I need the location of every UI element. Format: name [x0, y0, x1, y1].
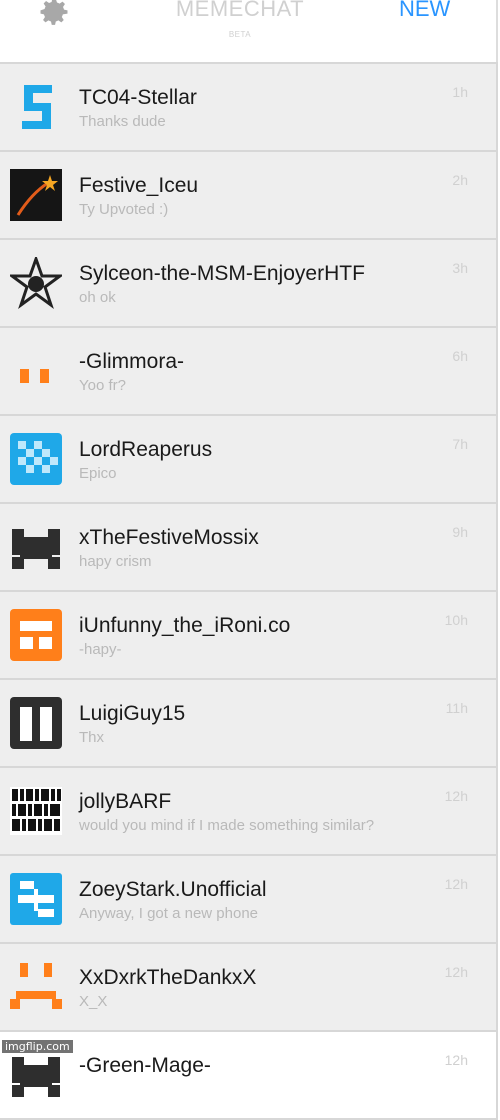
star-emblem-icon: [10, 257, 62, 309]
chat-preview: -hapy-: [79, 641, 122, 658]
chat-preview: hapy crism: [79, 553, 152, 570]
chat-time: 11h: [445, 700, 468, 716]
chat-row[interactable]: xTheFestiveMossix hapy crism 9h: [0, 504, 498, 592]
blue-checker-icon: [10, 433, 62, 485]
row-divider: [496, 680, 498, 766]
chat-name: Festive_Iceu: [79, 174, 199, 197]
chat-preview: oh ok: [79, 289, 116, 306]
row-divider: [496, 592, 498, 678]
chat-time: 3h: [452, 260, 468, 276]
chat-name: -Glimmora-: [79, 350, 184, 373]
row-divider: [496, 856, 498, 942]
row-divider: [496, 416, 498, 502]
chat-time: 12h: [444, 1052, 468, 1068]
chat-preview: Thanks dude: [79, 113, 166, 130]
blue-s-pixel-icon: [10, 81, 62, 133]
chat-name: LordReaperus: [79, 438, 213, 461]
chat-row[interactable]: TC04-Stellar Thanks dude 1h: [0, 64, 498, 152]
chat-preview: Anyway, I got a new phone: [79, 905, 259, 922]
chat-row[interactable]: Festive_Iceu Ty Upvoted :) 2h: [0, 152, 498, 240]
row-divider: [496, 328, 498, 414]
chat-time: 1h: [452, 84, 468, 100]
chat-name: LuigiGuy15: [79, 702, 186, 725]
binary-code-icon: [10, 785, 62, 837]
chat-time: 12h: [444, 964, 468, 980]
chat-list: TC04-Stellar Thanks dude 1h Festive_Iceu Ty …: [0, 62, 498, 1120]
chat-name: XxDxrkTheDankxX: [79, 966, 257, 989]
dark-pixel-icon: [10, 1049, 62, 1101]
chat-row[interactable]: XxDxrkTheDankxX X_X 12h: [0, 944, 498, 1032]
chat-time: 10h: [444, 612, 468, 628]
chat-name: iUnfunny_the_iRoni.co: [79, 614, 291, 637]
app-subtitle: BETA: [228, 30, 252, 39]
chat-time: 2h: [452, 172, 468, 188]
chat-time: 7h: [452, 436, 468, 452]
chat-row[interactable]: iUnfunny_the_iRoni.co -hapy- 10h: [0, 592, 498, 680]
chat-time: 12h: [444, 788, 468, 804]
chat-time: 12h: [444, 876, 468, 892]
dark-square-icon: [10, 697, 62, 749]
chat-preview: Yoo fr?: [79, 377, 126, 394]
orange-face-icon: [10, 961, 62, 1013]
chat-name: ZoeyStark.Unofficial: [79, 878, 267, 901]
chat-row[interactable]: -Green-Mage- 12h: [0, 1032, 498, 1120]
chat-name: TC04-Stellar: [79, 86, 197, 109]
row-divider: [496, 152, 498, 238]
row-divider: [496, 240, 498, 326]
chat-name: Sylceon-the-MSM-EnjoyerHTF: [79, 262, 365, 285]
chat-preview: would you mind if I made something simil…: [79, 817, 375, 834]
row-divider: [496, 504, 498, 590]
chat-row[interactable]: LordReaperus Epico 7h: [0, 416, 498, 504]
row-divider: [496, 64, 498, 150]
chat-row[interactable]: LuigiGuy15 Thx 11h: [0, 680, 498, 768]
chat-preview: X_X: [79, 993, 108, 1010]
chat-time: 9h: [452, 524, 468, 540]
row-divider: [496, 944, 498, 1030]
chat-name: xTheFestiveMossix: [79, 526, 259, 549]
chat-name: jollyBARF: [79, 790, 172, 813]
chat-name: -Green-Mage-: [79, 1054, 211, 1077]
app-header: MEMECHAT BETA NEW: [0, 0, 498, 62]
orange-block-icon: [10, 609, 62, 661]
dark-pixel-icon: [10, 521, 62, 573]
row-divider: [496, 1032, 498, 1118]
chat-row[interactable]: -Glimmora- Yoo fr? 6h: [0, 328, 498, 416]
blue-swastika-pixel-icon: [10, 873, 62, 925]
chat-row[interactable]: ZoeyStark.Unofficial Anyway, I got a new …: [0, 856, 498, 944]
chat-time: 6h: [452, 348, 468, 364]
orange-bars-icon: [10, 345, 62, 397]
chat-preview: Epico: [79, 465, 117, 482]
row-divider: [496, 768, 498, 854]
watermark: imgflip.com: [2, 1040, 73, 1053]
chat-row[interactable]: jollyBARF would you mind if I made someth…: [0, 768, 498, 856]
chat-preview: Ty Upvoted :): [79, 201, 169, 218]
chat-row[interactable]: Sylceon-the-MSM-EnjoyerHTF oh ok 3h: [0, 240, 498, 328]
new-chat-button[interactable]: NEW: [399, 0, 450, 22]
chat-preview: Thx: [79, 729, 105, 746]
shooting-star-icon: [10, 169, 62, 221]
